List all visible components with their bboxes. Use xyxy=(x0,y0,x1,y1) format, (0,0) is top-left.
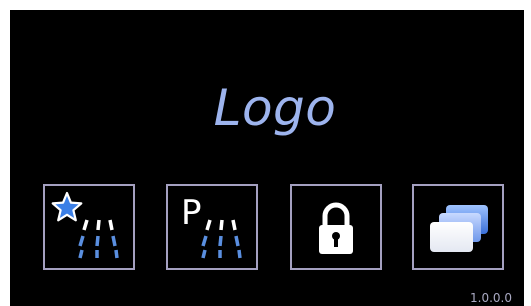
padlock-icon xyxy=(319,202,353,254)
version-label: 1.0.0.0 xyxy=(470,291,512,305)
p-spray-icon: P xyxy=(181,193,242,259)
p-letter: P xyxy=(181,193,202,233)
stacked-windows-icon xyxy=(430,205,488,252)
park-wash-button[interactable]: P xyxy=(166,184,258,270)
windows-button[interactable] xyxy=(412,184,504,270)
star-spray-icon xyxy=(51,191,119,259)
logo-text: Logo xyxy=(213,79,337,137)
screen: Logo P 1.0.0.0 xyxy=(10,10,524,306)
favorite-wash-button[interactable] xyxy=(43,184,135,270)
lock-button[interactable] xyxy=(290,184,382,270)
